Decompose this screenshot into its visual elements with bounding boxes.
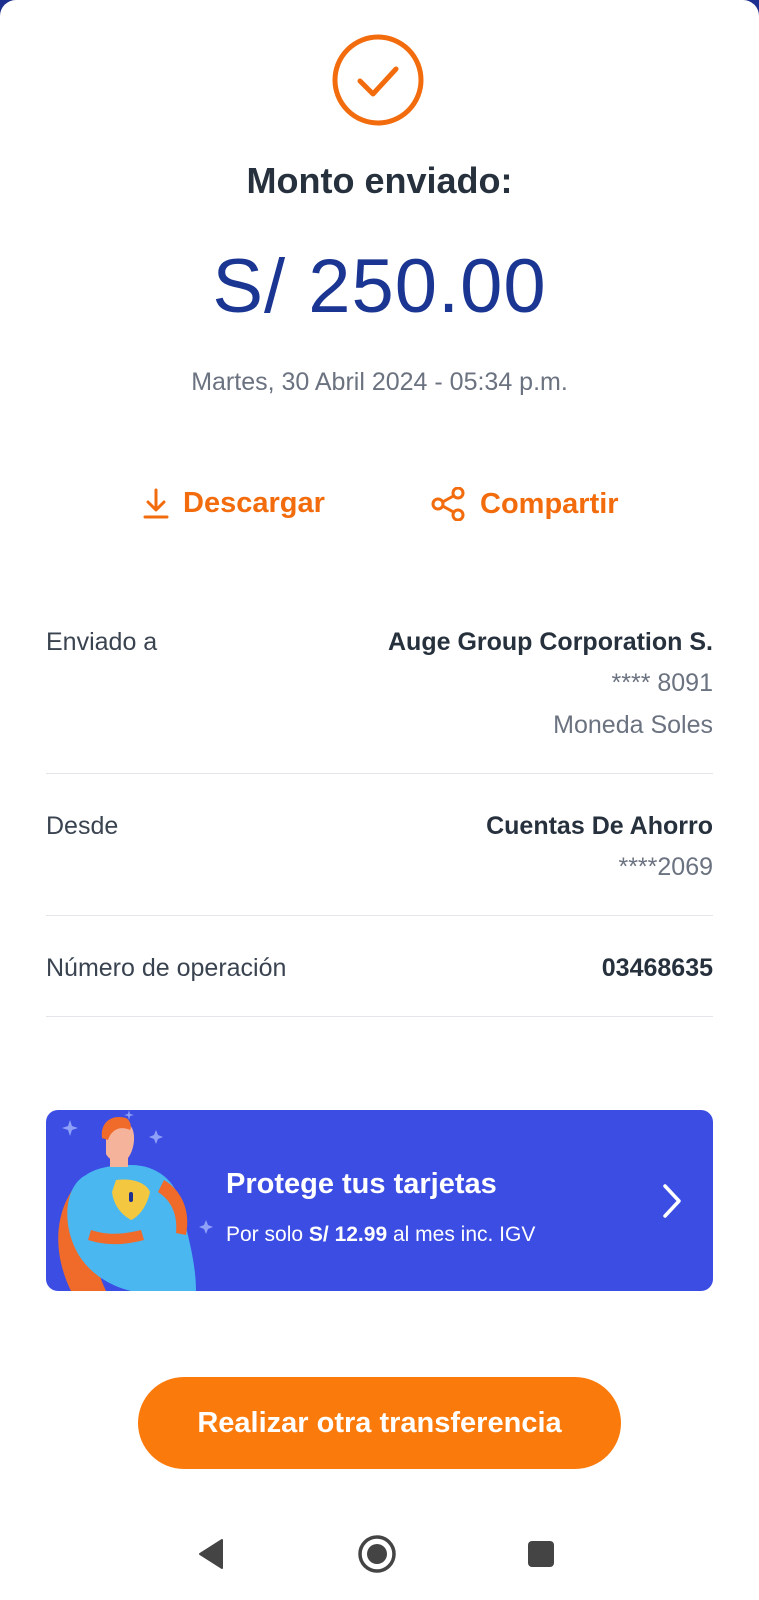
share-label: Compartir xyxy=(480,487,619,520)
recipient-name: Auge Group Corporation S. xyxy=(388,628,713,656)
share-button[interactable]: Compartir xyxy=(430,487,619,521)
promo-subtitle-suffix: al mes inc. IGV xyxy=(392,1223,536,1246)
promo-title: Protege tus tarjetas xyxy=(226,1168,497,1200)
share-icon xyxy=(431,487,465,521)
transaction-datetime: Martes, 30 Abril 2024 - 05:34 p.m. xyxy=(191,368,568,396)
promo-subtitle: Por solo S/ 12.99 al mes inc. IGV xyxy=(226,1223,535,1247)
source-row: Desde Cuentas De Ahorro ****2069 xyxy=(46,806,713,916)
operation-number: 03468635 xyxy=(601,954,713,982)
check-circle-icon xyxy=(332,34,424,126)
recipient-label: Enviado a xyxy=(46,628,158,656)
recipient-row: Enviado a Auge Group Corporation S. ****… xyxy=(46,622,713,774)
chevron-right-icon xyxy=(663,1184,681,1218)
superhero-illustration xyxy=(58,1110,213,1291)
home-circle-icon[interactable] xyxy=(357,1534,397,1574)
recipient-account: **** 8091 xyxy=(611,669,713,697)
source-account-number: ****2069 xyxy=(618,853,713,881)
card-protection-banner[interactable]: Protege tus tarjetas Por solo S/ 12.99 a… xyxy=(46,1110,713,1291)
source-label: Desde xyxy=(46,812,119,840)
new-transfer-button[interactable]: Realizar otra transferencia xyxy=(138,1377,621,1469)
sent-amount: S/ 250.00 xyxy=(212,244,547,329)
operation-label: Número de operación xyxy=(46,954,287,982)
page-title: Monto enviado: xyxy=(246,160,513,201)
back-triangle-icon[interactable] xyxy=(196,1537,226,1571)
recipient-currency: Moneda Soles xyxy=(553,711,713,739)
source-account-name: Cuentas De Ahorro xyxy=(486,812,713,840)
top-left-corner xyxy=(0,0,32,32)
download-label: Descargar xyxy=(183,487,325,519)
promo-price: S/ 12.99 xyxy=(308,1223,388,1246)
top-right-corner xyxy=(727,0,759,32)
download-icon xyxy=(143,488,169,518)
operation-row: Número de operación 03468635 xyxy=(46,948,713,1017)
recent-square-icon[interactable] xyxy=(527,1540,555,1568)
download-button[interactable]: Descargar xyxy=(143,487,325,520)
promo-subtitle-prefix: Por solo xyxy=(226,1223,304,1246)
